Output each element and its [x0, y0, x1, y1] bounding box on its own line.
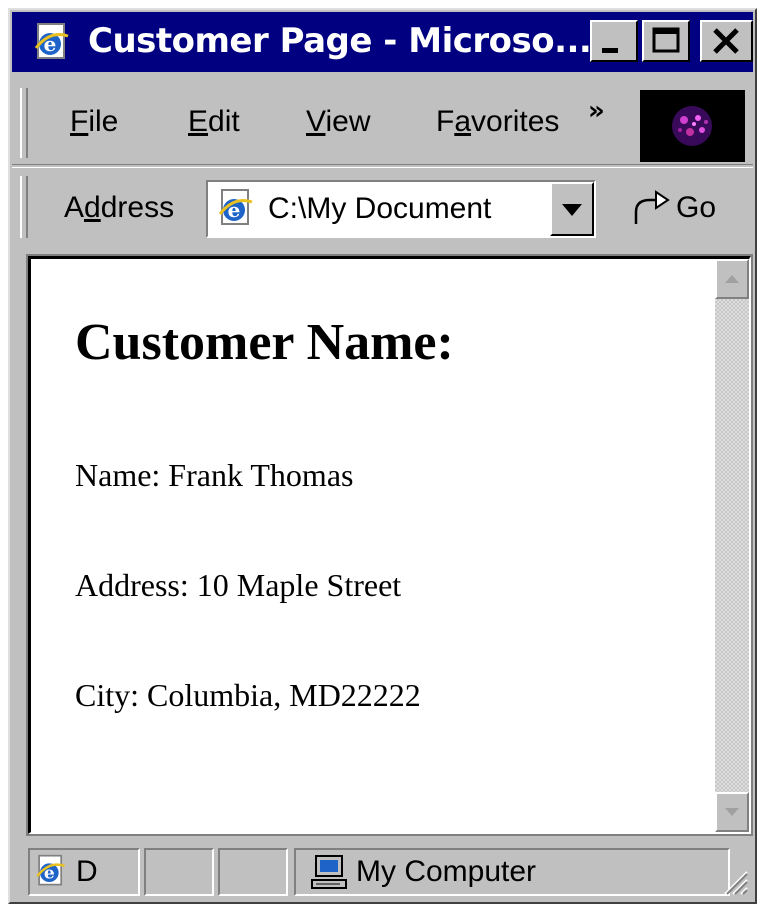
scroll-up-icon: [725, 275, 739, 283]
window-title: Customer Page - Microso...: [88, 21, 592, 61]
address-input[interactable]: e C:\My Document: [206, 180, 596, 238]
address-label: Address: [64, 188, 174, 228]
ie-page-icon: e: [36, 854, 66, 886]
status-bar: e D My Computer: [28, 846, 751, 898]
menu-edit-label: dit: [208, 105, 240, 138]
menu-bar: File Edit View Favorites »: [16, 82, 614, 164]
address-label-accel: d: [84, 191, 101, 224]
page-heading: Customer Name:: [75, 314, 454, 371]
close-button[interactable]: [700, 20, 753, 62]
toolbar-grip[interactable]: [20, 88, 28, 158]
go-button[interactable]: Go: [628, 182, 748, 234]
status-pane-2: [144, 848, 214, 896]
go-arrow-icon: [634, 190, 670, 224]
menu-favorites-accel: a: [454, 105, 472, 138]
address-label-pre: A: [64, 191, 85, 224]
web-page: Customer Name: Name: Frank Thomas Addres…: [31, 259, 717, 832]
minimize-icon: [602, 48, 618, 53]
chevron-down-icon: [562, 204, 582, 216]
content-viewport: Customer Name: Name: Frank Thomas Addres…: [26, 254, 753, 836]
minimize-button[interactable]: [590, 20, 638, 62]
menu-view-label: iew: [325, 105, 371, 138]
ie-page-icon: e: [34, 23, 69, 59]
address-dropdown-button[interactable]: [550, 182, 594, 236]
scroll-down-icon: [725, 808, 739, 816]
windows-logo-icon: [640, 90, 745, 162]
browser-window: e Customer Page - Microso... File Edit V…: [8, 8, 757, 904]
resize-grip-icon[interactable]: [719, 866, 749, 896]
menu-overflow-chevron[interactable]: »: [588, 96, 605, 126]
status-pane-main: e D: [28, 848, 140, 896]
menu-view[interactable]: View: [306, 102, 370, 142]
menu-edit[interactable]: Edit: [188, 102, 240, 142]
menu-view-accel: V: [306, 105, 326, 138]
toolbar-separator: [12, 164, 753, 168]
status-pane-3: [218, 848, 288, 896]
scroll-up-button[interactable]: [715, 259, 749, 299]
customer-name-line: Name: Frank Thomas: [75, 457, 354, 493]
menu-favorites[interactable]: Favorites: [436, 102, 559, 142]
menu-file-accel: F: [70, 105, 89, 138]
go-label: Go: [676, 191, 717, 224]
address-label-rest: dress: [100, 191, 175, 224]
address-bar: Address e C:\My Document Go: [16, 170, 749, 244]
ie-page-icon: e: [218, 189, 253, 225]
status-zone-label: My Computer: [356, 855, 537, 888]
menu-edit-accel: E: [188, 105, 209, 138]
maximize-icon: [652, 27, 680, 53]
title-bar[interactable]: e Customer Page - Microso...: [12, 12, 753, 72]
address-value: C:\My Document: [268, 192, 492, 225]
close-icon: [713, 28, 739, 54]
menu-file-label: ile: [88, 105, 119, 138]
maximize-button[interactable]: [642, 20, 690, 62]
menu-file[interactable]: File: [70, 102, 118, 142]
vertical-scrollbar[interactable]: [715, 259, 749, 832]
status-text: D: [76, 855, 98, 888]
customer-address-line: Address: 10 Maple Street: [75, 567, 402, 603]
scroll-down-button[interactable]: [715, 792, 749, 832]
address-grip[interactable]: [20, 176, 28, 238]
computer-icon: [311, 855, 347, 889]
menu-favorites-label: vorites: [471, 105, 560, 138]
customer-city-line: City: Columbia, MD22222: [75, 677, 421, 713]
status-zone-pane: My Computer: [294, 848, 730, 896]
menu-favorites-pre: F: [436, 105, 455, 138]
